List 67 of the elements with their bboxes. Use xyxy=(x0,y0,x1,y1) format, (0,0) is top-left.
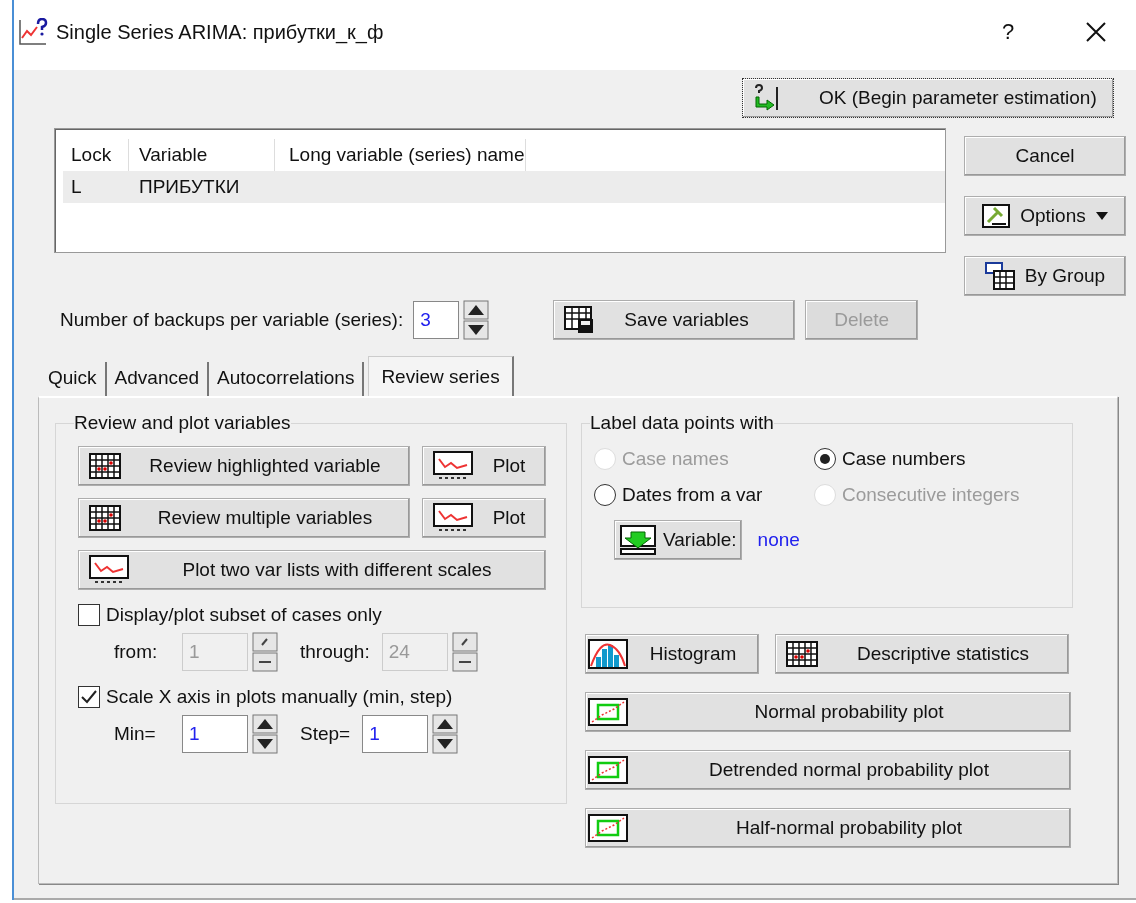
table-cell-text: ПРИБУТКИ xyxy=(138,176,241,198)
checkbox-label: Scale X axis in plots manually (min, step) xyxy=(106,686,453,708)
radio-label: Case numbers xyxy=(842,448,966,470)
ok-button[interactable]: OK (Begin parameter estimation) xyxy=(742,78,1114,118)
close-icon xyxy=(1085,21,1107,43)
spin-buttons[interactable] xyxy=(252,632,278,672)
line-chart-icon xyxy=(89,555,129,585)
checkbox[interactable] xyxy=(78,686,100,708)
arrow-icon xyxy=(753,84,779,112)
probability-plot-button[interactable]: Detrended normal probability plot xyxy=(585,750,1071,790)
radio-button[interactable] xyxy=(594,484,616,506)
save-grid-icon xyxy=(564,306,595,334)
window-title: Single Series ARIMA: прибутки_к_ф xyxy=(56,20,384,44)
min-field[interactable]: 1 xyxy=(182,715,248,753)
min-label: Min= xyxy=(114,723,157,745)
grid-icon xyxy=(89,505,121,531)
grid-icon xyxy=(984,262,1015,290)
grid-icon xyxy=(786,641,818,667)
histogram-button[interactable]: Histogram xyxy=(585,634,759,674)
spin-buttons[interactable] xyxy=(451,632,478,672)
checkbox-label: Display/plot subset of cases only xyxy=(106,604,382,626)
variable-value: none xyxy=(757,529,800,551)
spin-buttons[interactable] xyxy=(463,300,490,340)
variable-row[interactable]: L ПРИБУТКИ xyxy=(63,171,945,203)
spin-buttons[interactable] xyxy=(432,714,459,754)
chart-question-icon xyxy=(18,18,48,46)
probability-plot-button[interactable]: Normal probability plot xyxy=(585,692,1071,732)
download-arrow-icon xyxy=(619,524,657,556)
variables-list[interactable]: Lock Variable Long variable (series) name L ПРИБУТКИ xyxy=(54,128,946,253)
line-chart-icon xyxy=(433,503,473,533)
from-label: from: xyxy=(114,641,159,663)
line-chart-icon xyxy=(433,451,473,481)
backups-field[interactable]: 3 xyxy=(413,301,460,339)
caret-icon xyxy=(1095,212,1108,220)
radio-label: Dates from a var xyxy=(622,484,763,506)
variable-button[interactable]: Variable: xyxy=(614,520,742,560)
review-button[interactable]: Review highlighted variable xyxy=(78,446,410,486)
plot-button[interactable]: Plot xyxy=(422,446,546,486)
checkbox[interactable] xyxy=(78,604,100,626)
group-title: Review and plot variables xyxy=(74,412,291,434)
spin-buttons[interactable] xyxy=(252,714,278,754)
plot-two-lists-button[interactable]: Plot two var lists with different scales xyxy=(78,550,546,590)
tab[interactable]: Review series xyxy=(368,356,514,396)
by-group-button[interactable]: By Group xyxy=(964,256,1126,296)
histogram-icon xyxy=(588,639,628,669)
probability-plot-icon xyxy=(588,756,628,784)
probability-plot-button[interactable]: Half-normal probability plot xyxy=(585,808,1071,848)
cancel-button[interactable]: Cancel xyxy=(964,136,1126,176)
radio-label: Case names xyxy=(622,448,729,470)
help-button[interactable]: ? xyxy=(968,12,1048,52)
probability-plot-icon xyxy=(588,698,628,726)
backups-label: Number of backups per variable (series): xyxy=(60,309,404,331)
probability-plot-icon xyxy=(588,814,628,842)
save-variables-button[interactable]: Save variables xyxy=(553,300,796,340)
step-field[interactable]: 1 xyxy=(362,715,429,753)
descriptive-statistics-button[interactable]: Descriptive statistics xyxy=(775,634,1069,674)
radio-button[interactable] xyxy=(814,448,836,470)
grid-icon xyxy=(89,453,121,479)
review-button[interactable]: Review multiple variables xyxy=(78,498,410,538)
radio-label: Consecutive integers xyxy=(842,484,1020,506)
hammer-icon xyxy=(982,204,1011,228)
group-title: Label data points with xyxy=(590,412,774,434)
table-cell-text: L xyxy=(70,176,83,198)
step-label: Step= xyxy=(300,723,351,745)
options-button[interactable]: Options xyxy=(964,196,1126,236)
through-label: through: xyxy=(300,641,370,663)
plot-button[interactable]: Plot xyxy=(422,498,546,538)
